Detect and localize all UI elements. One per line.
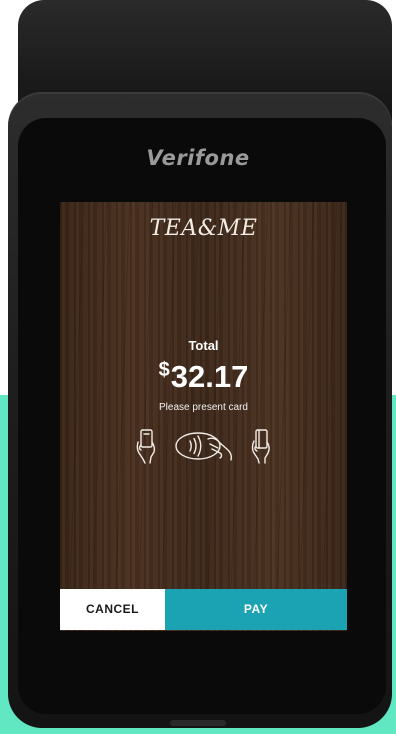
device-bottom-port	[170, 720, 226, 726]
amount-value: 32.17	[170, 359, 249, 394]
scene: Verifone TEA&ME Total $32.17 Please pres…	[0, 0, 396, 734]
contactless-tap-icon	[174, 430, 236, 462]
cancel-button[interactable]: CANCEL	[60, 589, 165, 630]
present-card-prompt: Please present card	[159, 402, 248, 413]
pay-button[interactable]: PAY	[165, 589, 347, 630]
terminal-screen: TEA&ME Total $32.17 Please present card	[60, 202, 347, 631]
total-amount: $32.17	[60, 350, 347, 397]
merchant-logo: TEA&ME	[149, 216, 258, 241]
currency-symbol: $	[158, 359, 170, 381]
card-insert-icon	[134, 428, 160, 464]
device-brand-logo: Verifone	[146, 146, 250, 170]
card-swipe-icon	[248, 428, 274, 464]
